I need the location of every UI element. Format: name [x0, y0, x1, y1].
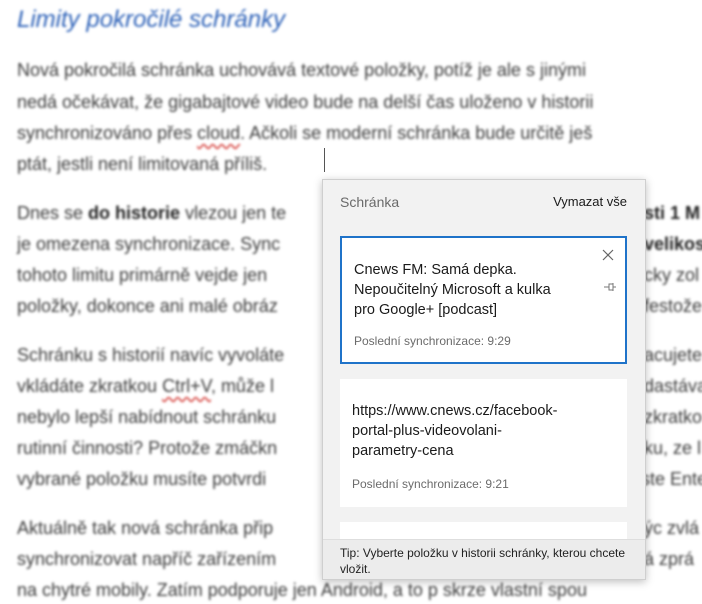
clipboard-item-text: Cnews FM: Samá depka. Nepoučitelný Micro… — [354, 262, 551, 318]
document-line: vybrané položku musíte potvrdi iste Ente — [17, 469, 702, 489]
document-line: vkládáte zkratkou Ctrl+V, může l dastáva — [17, 376, 702, 396]
text-cursor — [324, 148, 325, 172]
clipboard-footer: Tip: Vyberte položku v historii schránky… — [323, 539, 645, 579]
document-line: ptát, jestli není limitovaná příliš. — [17, 154, 268, 174]
document-heading: Limity pokročilé schránky — [17, 6, 286, 33]
document-line: Dnes se do historie vlezou jen te sti 1 M — [17, 203, 701, 223]
document-line: je omezena synchronizace. Sync velikos — [17, 234, 702, 254]
clipboard-tip: Tip: Vyberte položku v historii schránky… — [340, 546, 626, 576]
document-line: synchronizováno přes cloud. Ačkoli se mo… — [17, 123, 593, 143]
document-line: nedá očekávat, že gigabajtové video bude… — [17, 92, 594, 112]
clipboard-item-sync-time: Poslední synchronizace: 9:29 — [354, 334, 511, 348]
document-line: na chytré mobily. Zatím podporuje jen An… — [17, 580, 587, 600]
clipboard-panel: Schránka Vymazat vše Cnews FM: Samá depk… — [322, 179, 646, 580]
pin-icon[interactable] — [603, 282, 617, 292]
clipboard-item[interactable]: Cnews FM: Samá depka. Nepoučitelný Micro… — [340, 236, 627, 364]
document-line: rutinní činnosti? Protože zmáčkn ku, ze l — [17, 438, 702, 458]
document-line: synchronizovat napříč zařízením á zprá — [17, 549, 695, 569]
clipboard-item[interactable]: https://www.cnews.cz/facebook- portal-pl… — [340, 379, 627, 507]
document-line: Nová pokročilá schránka uchovává textové… — [17, 60, 586, 80]
clear-all-button[interactable]: Vymazat vše — [553, 194, 627, 209]
document-line: tohoto limitu primárně vejde jen cky zol — [17, 265, 700, 285]
clipboard-item-sync-time: Poslední synchronizace: 9:21 — [352, 477, 509, 491]
clipboard-header: Schránka Vymazat vše — [323, 180, 645, 224]
document-line: Schránku s historií navíc vyvoláte acujet… — [17, 345, 702, 365]
close-icon[interactable] — [601, 248, 615, 262]
clipboard-item-text: https://www.cnews.cz/facebook- portal-pl… — [352, 403, 558, 459]
document-line: položky, dokonce ani malé obráz festože — [17, 296, 702, 316]
document-line: Aktuálně tak nová schránka přip ýc zvlá — [17, 518, 700, 538]
clipboard-title: Schránka — [340, 194, 400, 210]
document-line: nebylo lepší nabídnout schránku zkratko — [17, 407, 702, 427]
